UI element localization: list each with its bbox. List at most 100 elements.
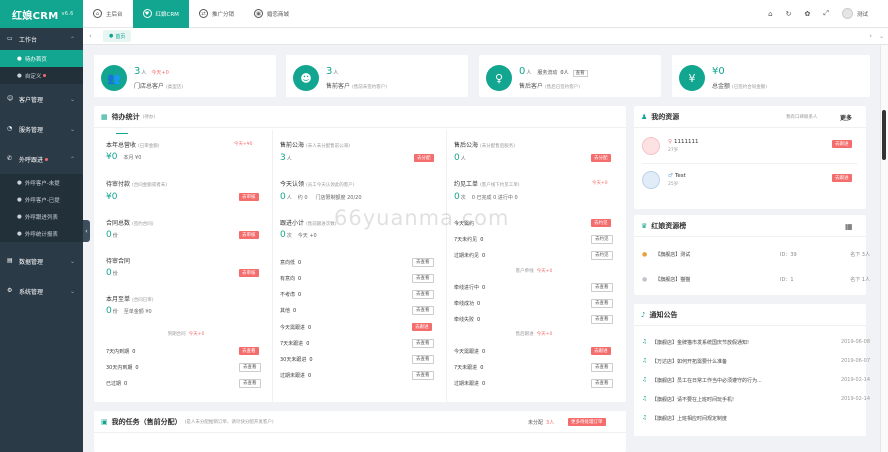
meet-today-button[interactable]: 去约见 — [591, 219, 611, 227]
matchmaking-title: 客户牵线 今天+0 — [515, 269, 553, 274]
vertical-scrollbar[interactable] — [880, 45, 888, 452]
aftersale-followup-title: 售后跟进 今天+0 — [515, 332, 553, 337]
pending-contracts: 待审合同 — [106, 258, 131, 265]
nav-data[interactable]: ▤ 数据管理 ⌄ — [0, 246, 83, 276]
chevron-left-icon[interactable]: ‹ — [89, 32, 92, 40]
nav-workbench[interactable]: ▭ 工作台 ⌃ — [0, 28, 83, 50]
ranking-card: ♛ 红娘资源榜 ▦ ● 【旗舰店】测试 ID：39 名下 3人 ● 【旗舰店】猫猫 ID：1… — [634, 215, 870, 295]
home-icon[interactable]: ⌂ — [768, 10, 772, 18]
assign-presale-button[interactable]: 去分配 — [414, 154, 434, 162]
view-match-success-button[interactable]: 去查看 — [591, 299, 613, 308]
user-menu[interactable]: 测试 — [841, 8, 868, 19]
tab-strip: ‹ ● 首页 › ⌄ — [83, 28, 888, 45]
aftersale-overdue-button[interactable]: 去查看 — [591, 379, 613, 388]
sidebar-item-outbound-submitted[interactable]: ● 外呼客户-已提 — [0, 191, 83, 208]
qrcode-icon[interactable]: ▦ — [845, 222, 853, 231]
nav-customers[interactable]: ☺ 客户管理 ⌄ — [0, 84, 83, 114]
task-card: ▣ 我的任务（售前分配） (是人未分配推销订单、请尽快分配开发客户) 未分配 3人 更… — [94, 411, 626, 452]
task-icon: ▣ — [101, 417, 108, 426]
nav-outbound[interactable]: ✆ 外呼跟进 ⌃ — [0, 144, 83, 174]
view-30day-nofollow-button[interactable]: 去查看 — [412, 355, 434, 364]
view-other-button[interactable]: 去查看 — [412, 306, 434, 315]
view-overdue-nofollow-button[interactable]: 去查看 — [412, 371, 434, 380]
followup-subtotal: 跟进小计 (售前跟进次数) — [280, 220, 337, 227]
aftersale-7day-button[interactable]: 去查看 — [591, 363, 613, 372]
sidebar-item-outbound-report[interactable]: ● 外呼统计报表 — [0, 225, 83, 242]
chevron-right-icon[interactable]: › — [869, 32, 872, 40]
shop-icon: ▣ — [253, 9, 263, 18]
refresh-icon[interactable]: ↻ — [786, 10, 792, 18]
sidebar-item-custom[interactable]: ● 自定义 — [0, 67, 83, 84]
tab-main-backend[interactable]: ⌂ 主后台 — [83, 0, 133, 28]
tab-distribution[interactable]: ⇄ 推广分销 — [189, 0, 244, 28]
male-icon: ♂ — [668, 173, 673, 179]
tab-crm[interactable]: ♥ 红娘CRM — [132, 0, 189, 28]
view-not-considered-button[interactable]: 去查看 — [412, 290, 434, 299]
view-7day-nofollow-button[interactable]: 去查看 — [412, 339, 434, 348]
chevron-down-icon: ⌄ — [69, 125, 75, 133]
avatar — [841, 8, 853, 19]
expiring-contracts-title: 到期合同 今天+0 — [167, 332, 205, 337]
dot-icon: ● — [17, 179, 22, 186]
view-button[interactable]: 查看 — [572, 70, 588, 77]
follow-resource-button[interactable]: 去跟进 — [832, 174, 852, 182]
today-claimed: 今天认领 (员工今天认领此的客户) — [280, 181, 355, 188]
more-pending-orders-button[interactable]: 更多待处理订单 — [568, 418, 606, 426]
review-payment-button[interactable]: 去审核 — [239, 193, 259, 201]
review-contract-button[interactable]: 去审核 — [239, 231, 259, 239]
scrollbar-thumb[interactable] — [882, 110, 886, 160]
fullscreen-icon[interactable]: ⤢ — [823, 9, 829, 18]
breadcrumb-home[interactable]: ● 首页 — [103, 30, 132, 42]
follow-resource-button[interactable]: 去跟进 — [832, 140, 852, 148]
resource-item[interactable]: ♂ Test 25岁 — [642, 166, 857, 194]
female-icon: ♀ — [486, 65, 512, 91]
sidebar-collapse-handle[interactable]: ‹ — [83, 220, 90, 242]
notice-item[interactable]: ♫ 【旗舰店】员工在日常工作当中必须遵守的行为... 2019-02-14 — [642, 374, 870, 386]
dot-icon: ● — [109, 33, 114, 39]
chevron-down-icon[interactable]: ⌄ — [879, 33, 884, 40]
view-7day-expiring-button[interactable]: 去查看 — [239, 347, 259, 355]
meet-overdue-button[interactable]: 去约见 — [591, 251, 613, 260]
share-icon: ⇄ — [198, 9, 208, 18]
database-icon: ▤ — [7, 257, 13, 264]
view-matching-button[interactable]: 去查看 — [591, 283, 613, 292]
sidebar-item-todo-home[interactable]: ● 待办首页 — [0, 50, 83, 67]
chevron-down-icon: ⌄ — [69, 287, 75, 295]
chevron-down-icon: ⌄ — [69, 257, 75, 265]
aftersale-follow-today-button[interactable]: 去跟进 — [591, 347, 611, 355]
sidebar-item-outbound-list[interactable]: ● 外呼跟进列表 — [0, 208, 83, 225]
person-icon: ☻ — [293, 65, 319, 91]
view-intent-button[interactable]: 去查看 — [412, 274, 434, 283]
users-icon: 👥 — [101, 65, 127, 91]
assign-aftersale-button[interactable]: 去分配 — [591, 154, 611, 162]
ranking-row: ● 【旗舰店】猫猫 ID：1 名下 1人 — [642, 275, 870, 283]
tab-mall[interactable]: ▣ 婚恋商城 — [244, 0, 299, 28]
notice-item[interactable]: ♫ 【万达店】如何开拓需要什么准备 2019-06-07 — [642, 355, 870, 367]
view-expired-button[interactable]: 去查看 — [239, 379, 261, 388]
heart-icon: ♥ — [142, 9, 152, 18]
chevron-up-icon: ⌃ — [69, 35, 75, 43]
nav-service[interactable]: ◔ 服务管理 ⌄ — [0, 114, 83, 144]
app-logo[interactable]: 红娘CRM v6.6 — [0, 0, 83, 28]
meet-7day-button[interactable]: 去约见 — [591, 235, 613, 244]
follow-today-button[interactable]: 去跟进 — [412, 323, 432, 331]
notice-item[interactable]: ♫ 【旗舰店】金牌猫市发系统国庆节放假通知! 2019-06-08 — [642, 336, 870, 348]
view-match-fail-button[interactable]: 去查看 — [591, 315, 613, 324]
view-low-intent-button[interactable]: 去查看 — [412, 258, 434, 267]
pending-payments: 待审付款 (合同金额或者未) — [106, 181, 168, 188]
sidebar-item-outbound-unsubmitted[interactable]: ● 外呼客户-未提 — [0, 174, 83, 191]
notification-dot — [45, 157, 49, 161]
female-icon: ♀ — [668, 139, 673, 145]
more-link[interactable]: 更多 — [840, 113, 852, 122]
nav-system[interactable]: ⚙ 系统管理 ⌄ — [0, 276, 83, 306]
review-pending-contract-button[interactable]: 去审核 — [239, 269, 259, 277]
notice-item[interactable]: ♫ 【旗舰店】请不要在上班时间玩手机! 2019-02-14 — [642, 393, 870, 405]
notice-item[interactable]: ♫ 【旗舰店】上班相应时间规定制度 — [642, 412, 870, 424]
avatar — [642, 137, 660, 155]
resource-item[interactable]: ♀ 1111111 27岁 — [642, 132, 857, 160]
bell-icon: ♫ — [642, 339, 647, 345]
view-30day-expiring-button[interactable]: 去查看 — [239, 363, 261, 372]
palette-icon[interactable]: ✿ — [805, 10, 811, 18]
bell-icon: ♫ — [642, 396, 647, 402]
trophy-icon: ♛ — [641, 221, 648, 230]
